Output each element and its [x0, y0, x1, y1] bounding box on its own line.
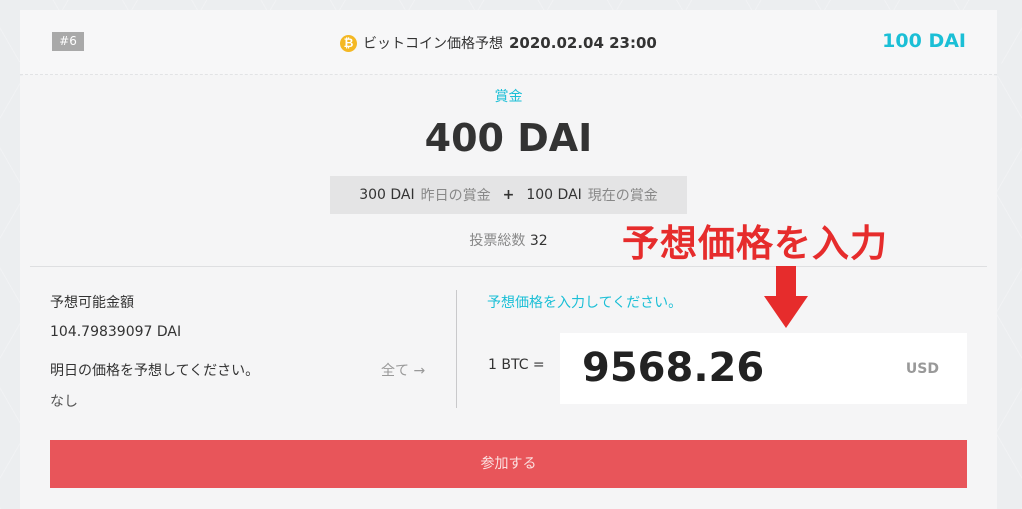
plus-sign: + — [502, 187, 515, 203]
current-prize-label: 現在の賞金 — [587, 188, 658, 204]
yesterday-prize-amount: 300 DAI — [359, 187, 415, 203]
header-datetime: 2020.02.04 23:00 — [509, 34, 657, 52]
yesterday-prize-label: 昨日の賞金 — [420, 188, 491, 204]
current-prize-amount: 100 DAI — [526, 187, 582, 203]
join-button[interactable]: 参加する — [50, 440, 967, 488]
prize-breakdown: 300 DAI 昨日の賞金 + 100 DAI 現在の賞金 — [330, 176, 687, 214]
prize-value: 400 DAI — [424, 116, 593, 160]
price-input[interactable]: 9568.26 USD — [560, 333, 967, 404]
total-votes-count: 32 — [529, 233, 548, 249]
header-title-text: ビットコイン価格予想 — [363, 36, 503, 52]
tomorrow-price-label: 明日の価格を予想してください。 — [50, 363, 260, 379]
price-unit: USD — [905, 361, 939, 377]
price-input-value[interactable]: 9568.26 — [582, 345, 764, 391]
all-amount-link[interactable]: 全て → — [381, 360, 425, 380]
entry-amount: 100 DAI — [882, 30, 966, 52]
header-title: ₿ ビットコイン価格予想 2020.02.04 23:00 — [340, 32, 657, 54]
card-header: #6 ₿ ビットコイン価格予想 2020.02.04 23:00 100 DAI — [20, 10, 997, 75]
predict-price-prompt: 予想価格を入力してください。 — [487, 295, 683, 311]
down-arrow-icon — [764, 266, 808, 328]
total-votes-label: 投票総数 — [469, 233, 526, 249]
column-divider — [456, 290, 457, 408]
available-amount-value: 104.79839097 DAI — [50, 324, 182, 340]
round-badge: #6 — [52, 32, 84, 51]
prize-label: 賞金 — [494, 89, 523, 105]
available-amount-label: 予想可能金額 — [50, 295, 134, 311]
btc-rate-label: 1 BTC = — [488, 357, 545, 373]
annotation-text: 予想価格を入力 — [622, 222, 888, 265]
tomorrow-price-value: なし — [50, 394, 78, 410]
bitcoin-icon: ₿ — [340, 34, 357, 52]
